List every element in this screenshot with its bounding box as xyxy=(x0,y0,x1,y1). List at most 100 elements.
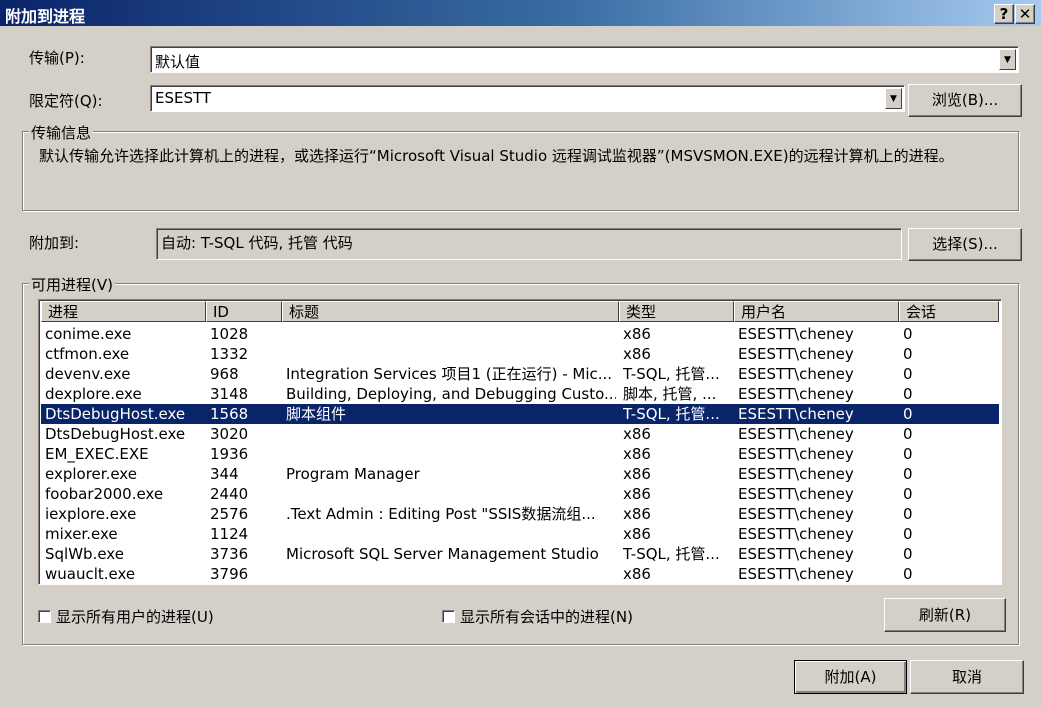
process-type-cell: x86 xyxy=(623,525,651,543)
process-name-cell: SqlWb.exe xyxy=(45,545,124,563)
process-row[interactable]: DtsDebugHost.exe 3020 x86 ESESTT\cheney 0 xyxy=(41,424,999,444)
process-name-cell: explorer.exe xyxy=(45,465,137,483)
qualifier-value[interactable]: ESESTT xyxy=(155,89,211,107)
process-session-cell: 0 xyxy=(903,525,913,543)
process-id-cell: 3148 xyxy=(210,385,249,403)
process-row[interactable]: wuauclt.exe 3796 x86 ESESTT\cheney 0 xyxy=(41,564,999,584)
column-header-title[interactable]: 标题 xyxy=(282,301,619,322)
transport-value: 默认值 xyxy=(155,53,201,71)
process-type-cell: x86 xyxy=(623,505,651,523)
process-type-cell: T-SQL, 托管... xyxy=(623,545,720,563)
process-type-cell: x86 xyxy=(623,485,651,503)
process-session-cell: 0 xyxy=(903,485,913,503)
process-name-cell: foobar2000.exe xyxy=(45,485,164,503)
process-session-cell: 0 xyxy=(903,505,913,523)
transport-info-legend: 传输信息 xyxy=(29,122,94,143)
process-session-cell: 0 xyxy=(903,365,913,383)
available-processes-legend: 可用进程(V) xyxy=(29,274,115,295)
process-row[interactable]: DtsDebugHost.exe 1568 脚本组件 T-SQL, 托管... ESES… xyxy=(41,404,999,424)
process-user-cell: ESESTT\cheney xyxy=(738,445,854,463)
process-row[interactable]: ctfmon.exe 1332 x86 ESESTT\cheney 0 xyxy=(41,344,999,364)
attach-to-label: 附加到: xyxy=(29,234,80,252)
process-row[interactable]: EM_EXEC.EXE 1936 x86 ESESTT\cheney 0 xyxy=(41,444,999,464)
column-header-username[interactable]: 用户名 xyxy=(734,301,899,322)
close-icon: ✕ xyxy=(1018,5,1032,23)
help-button[interactable]: ? xyxy=(994,4,1014,24)
process-user-cell: ESESTT\cheney xyxy=(738,505,854,523)
show-all-users-label[interactable]: 显示所有用户的进程(U) xyxy=(56,606,214,627)
process-name-cell: DtsDebugHost.exe xyxy=(45,425,186,443)
process-type-cell: x86 xyxy=(623,465,651,483)
transport-dropdown[interactable]: 默认值 ▼ xyxy=(150,46,1019,73)
process-name-cell: wuauclt.exe xyxy=(45,565,136,583)
title-bar[interactable]: 附加到进程 ? ✕ xyxy=(0,0,1041,26)
column-header-id[interactable]: ID xyxy=(206,301,282,322)
process-user-cell: ESESTT\cheney xyxy=(738,405,854,423)
process-name-cell: mixer.exe xyxy=(45,525,118,543)
process-row[interactable]: dexplore.exe 3148 Building, Deploying, and… xyxy=(41,384,999,404)
help-icon: ? xyxy=(999,5,1009,23)
process-title-cell: Building, Deploying, and Debugging Custo… xyxy=(286,385,616,403)
process-title-cell: .Text Admin : Editing Post "SSIS数据流组... xyxy=(286,505,596,523)
process-row[interactable]: iexplore.exe 2576 .Text Admin : Editing Po… xyxy=(41,504,999,524)
show-all-sessions-label[interactable]: 显示所有会话中的进程(N) xyxy=(460,606,633,627)
process-name-cell: DtsDebugHost.exe xyxy=(45,405,186,423)
process-row[interactable]: SqlWb.exe 3736 Microsoft SQL Server Manage… xyxy=(41,544,999,564)
process-user-cell: ESESTT\cheney xyxy=(738,545,854,563)
process-name-cell: devenv.exe xyxy=(45,365,131,383)
process-row[interactable]: conime.exe 1028 x86 ESESTT\cheney 0 xyxy=(41,324,999,344)
process-type-cell: 脚本, 托管, ... xyxy=(623,385,717,403)
process-user-cell: ESESTT\cheney xyxy=(738,565,854,583)
process-user-cell: ESESTT\cheney xyxy=(738,385,854,403)
process-session-cell: 0 xyxy=(903,345,913,363)
cancel-button[interactable]: 取消 xyxy=(910,660,1024,694)
refresh-button[interactable]: 刷新(R) xyxy=(884,598,1006,632)
process-title-cell: Microsoft SQL Server Management Studio xyxy=(286,545,599,563)
process-session-cell: 0 xyxy=(903,325,913,343)
attach-to-value: 自动: T-SQL 代码, 托管 代码 xyxy=(161,234,353,252)
show-all-sessions-checkbox[interactable] xyxy=(442,610,455,623)
process-session-cell: 0 xyxy=(903,425,913,443)
column-header-type[interactable]: 类型 xyxy=(619,301,734,322)
process-type-cell: x86 xyxy=(623,325,651,343)
close-button[interactable]: ✕ xyxy=(1015,4,1035,24)
process-title-cell: Program Manager xyxy=(286,465,420,483)
show-all-users-checkbox[interactable] xyxy=(38,610,51,623)
column-header-session[interactable]: 会话 xyxy=(899,301,999,322)
process-user-cell: ESESTT\cheney xyxy=(738,485,854,503)
process-title-cell: 脚本组件 xyxy=(286,405,347,423)
attach-button[interactable]: 附加(A) xyxy=(794,660,907,694)
process-type-cell: x86 xyxy=(623,445,651,463)
process-session-cell: 0 xyxy=(903,385,913,403)
column-header-process[interactable]: 进程 xyxy=(41,301,206,322)
process-name-cell: EM_EXEC.EXE xyxy=(45,445,149,463)
select-code-type-button[interactable]: 选择(S)... xyxy=(908,228,1022,261)
attach-to-field: 自动: T-SQL 代码, 托管 代码 xyxy=(156,228,902,260)
process-user-cell: ESESTT\cheney xyxy=(738,465,854,483)
process-session-cell: 0 xyxy=(903,445,913,463)
qualifier-combobox[interactable]: ESESTT ▼ xyxy=(150,85,905,112)
process-id-cell: 2440 xyxy=(210,485,249,503)
chevron-down-icon[interactable]: ▼ xyxy=(885,88,902,109)
process-session-cell: 0 xyxy=(903,465,913,483)
process-list[interactable]: 进程 ID 标题 类型 用户名 会话 conime.exe 1028 x86 ESES… xyxy=(38,299,1002,585)
process-title-cell: Integration Services 项目1 (正在运行) - Mic... xyxy=(286,365,613,383)
transport-label: 传输(P): xyxy=(29,49,85,67)
process-id-cell: 3796 xyxy=(210,565,249,583)
process-id-cell: 2576 xyxy=(210,505,249,523)
process-user-cell: ESESTT\cheney xyxy=(738,525,854,543)
process-id-cell: 1332 xyxy=(210,345,249,363)
process-user-cell: ESESTT\cheney xyxy=(738,325,854,343)
process-id-cell: 3020 xyxy=(210,425,249,443)
process-row[interactable]: foobar2000.exe 2440 x86 ESESTT\cheney 0 xyxy=(41,484,999,504)
process-type-cell: x86 xyxy=(623,565,651,583)
process-session-cell: 0 xyxy=(903,405,913,423)
browse-button[interactable]: 浏览(B)... xyxy=(908,84,1022,117)
window-title: 附加到进程 xyxy=(5,7,86,26)
process-row[interactable]: explorer.exe 344 Program Manager x86 ESESTT\… xyxy=(41,464,999,484)
transport-info-group xyxy=(22,131,1019,211)
process-user-cell: ESESTT\cheney xyxy=(738,365,854,383)
process-row[interactable]: devenv.exe 968 Integration Services 项目1 (正… xyxy=(41,364,999,384)
process-row[interactable]: mixer.exe 1124 x86 ESESTT\cheney 0 xyxy=(41,524,999,544)
chevron-down-icon[interactable]: ▼ xyxy=(999,49,1016,70)
